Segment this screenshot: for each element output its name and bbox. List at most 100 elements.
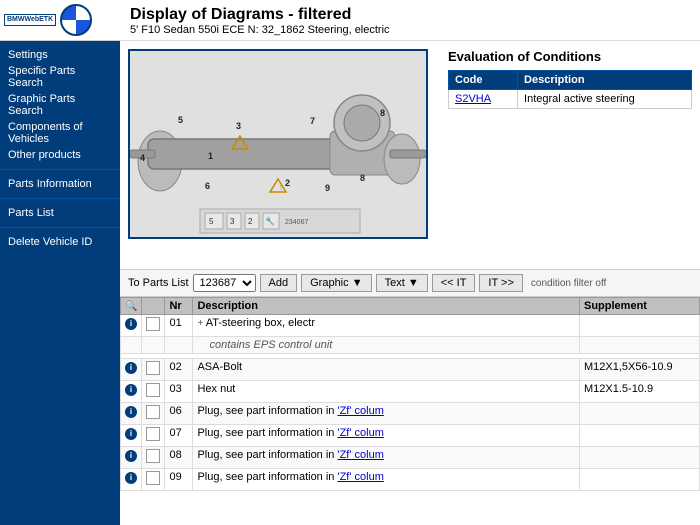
sidebar-header: BMWWebETK	[0, 0, 120, 41]
row-check-cell	[142, 403, 165, 425]
row-supplement	[580, 447, 700, 469]
svg-text:2: 2	[285, 178, 290, 188]
row-nr: 08	[165, 447, 193, 469]
eval-code[interactable]: S2VHA	[449, 90, 518, 109]
row-supplement	[580, 469, 700, 491]
svg-text:1: 1	[208, 151, 213, 161]
add-button[interactable]: Add	[260, 274, 298, 292]
svg-text:9: 9	[325, 183, 330, 193]
row-desc: Plug, see part information in 'Zf' colum	[193, 403, 580, 425]
evaluation-title: Evaluation of Conditions	[448, 49, 692, 64]
info-icon[interactable]: i	[125, 406, 137, 418]
row-checkbox[interactable]	[146, 405, 160, 419]
svg-text:6: 6	[205, 181, 210, 191]
zf-link[interactable]: 'Zf' colum	[337, 427, 383, 439]
sidebar-item-parts-list[interactable]: Parts List	[0, 205, 120, 221]
eval-col-desc: Description	[518, 71, 692, 90]
row-checkbox[interactable]	[146, 361, 160, 375]
table-sub-row: contains EPS control unit	[121, 337, 700, 354]
content-area: 5 3 2 6 9 8 7 8 4 1 ! !	[120, 41, 700, 269]
svg-text:🔧: 🔧	[265, 216, 275, 226]
row-checkbox[interactable]	[146, 427, 160, 441]
graphic-button[interactable]: Graphic ▼	[301, 274, 371, 292]
row-nr: 02	[165, 359, 193, 381]
table-row: i 09 Plug, see part information in 'Zf' …	[121, 469, 700, 491]
zf-link[interactable]: 'Zf' colum	[337, 449, 383, 461]
info-icon[interactable]: i	[125, 428, 137, 440]
col-supp-header: Supplement	[580, 298, 700, 315]
sidebar: BMWWebETK Settings Specific Parts Search…	[0, 0, 120, 525]
row-check-cell	[142, 359, 165, 381]
svg-text:5: 5	[178, 115, 183, 125]
row-checkbox[interactable]	[146, 317, 160, 331]
expand-icon[interactable]: +	[197, 318, 203, 329]
zf-link[interactable]: 'Zf' colum	[337, 405, 383, 417]
next-button[interactable]: IT >>	[479, 274, 522, 292]
diagram-image[interactable]: 5 3 2 6 9 8 7 8 4 1 ! !	[128, 49, 428, 239]
table-row: i 01 + AT-steering box, electr	[121, 315, 700, 337]
sub-nr	[165, 337, 193, 354]
text-button[interactable]: Text ▼	[376, 274, 428, 292]
row-check-cell	[142, 447, 165, 469]
row-checkbox[interactable]	[146, 471, 160, 485]
diagram-area: 5 3 2 6 9 8 7 8 4 1 ! !	[120, 41, 440, 269]
sidebar-item-settings[interactable]: Settings	[0, 47, 120, 63]
sidebar-item-parts-information[interactable]: Parts Information	[0, 176, 120, 192]
row-checkbox[interactable]	[146, 449, 160, 463]
filter-label: condition filter off	[531, 278, 606, 289]
row-check-cell	[142, 315, 165, 337]
row-nr: 06	[165, 403, 193, 425]
sub-supplement	[580, 337, 700, 354]
row-checkbox[interactable]	[146, 383, 160, 397]
eval-row: S2VHA Integral active steering	[449, 90, 692, 109]
sidebar-divider2	[0, 198, 120, 199]
sidebar-item-other-products[interactable]: Other products	[0, 147, 120, 163]
page-title: Display of Diagrams - filtered	[130, 6, 690, 24]
info-icon[interactable]: i	[125, 472, 137, 484]
eval-description: Integral active steering	[518, 90, 692, 109]
parts-table-wrap: 🔍 Nr Description Supplement i	[120, 297, 700, 525]
sidebar-item-components-vehicles[interactable]: Components of Vehicles	[0, 119, 120, 147]
row-info-cell: i	[121, 447, 142, 469]
sidebar-divider3	[0, 227, 120, 228]
row-desc: ASA-Bolt	[193, 359, 580, 381]
row-supplement: M12X1,5X56-10.9	[580, 359, 700, 381]
sidebar-item-delete-vehicle-id[interactable]: Delete Vehicle ID	[0, 234, 120, 250]
row-info-cell: i	[121, 381, 142, 403]
row-info-cell: i	[121, 359, 142, 381]
svg-text:8: 8	[360, 173, 365, 183]
row-nr: 03	[165, 381, 193, 403]
zf-link[interactable]: 'Zf' colum	[337, 471, 383, 483]
row-supplement	[580, 403, 700, 425]
row-desc: Plug, see part information in 'Zf' colum	[193, 469, 580, 491]
svg-text:!: !	[280, 185, 282, 192]
info-icon[interactable]: i	[125, 450, 137, 462]
bmw-etk-label: BMWWebETK	[4, 14, 56, 26]
prev-button[interactable]: << IT	[432, 274, 476, 292]
sidebar-nav: Settings Specific Parts Search Graphic P…	[0, 41, 120, 256]
sidebar-divider	[0, 169, 120, 170]
svg-text:8: 8	[380, 108, 385, 118]
sidebar-item-graphic-parts-search[interactable]: Graphic Parts Search	[0, 91, 120, 119]
svg-text:234067: 234067	[285, 219, 308, 226]
row-info-cell: i	[121, 403, 142, 425]
row-info-cell: i	[121, 425, 142, 447]
parts-controls: To Parts List 123687 Add Graphic ▼ Text …	[120, 269, 700, 297]
row-supplement	[580, 315, 700, 337]
sidebar-item-specific-parts-search[interactable]: Specific Parts Search	[0, 63, 120, 91]
sub-info-cell	[121, 337, 142, 354]
info-icon[interactable]: i	[125, 384, 137, 396]
sub-check-cell	[142, 337, 165, 354]
col-nr-header: Nr	[165, 298, 193, 315]
bmw-logo	[60, 4, 92, 36]
evaluation-area: Evaluation of Conditions Code Descriptio…	[440, 41, 700, 269]
table-row: i 08 Plug, see part information in 'Zf' …	[121, 447, 700, 469]
svg-text:5: 5	[209, 217, 214, 226]
svg-text:!: !	[242, 142, 244, 149]
row-nr: 07	[165, 425, 193, 447]
parts-list-select[interactable]: 123687	[193, 274, 256, 292]
row-check-cell	[142, 425, 165, 447]
info-icon[interactable]: i	[125, 362, 137, 374]
row-desc: Hex nut	[193, 381, 580, 403]
info-icon[interactable]: i	[125, 318, 137, 330]
